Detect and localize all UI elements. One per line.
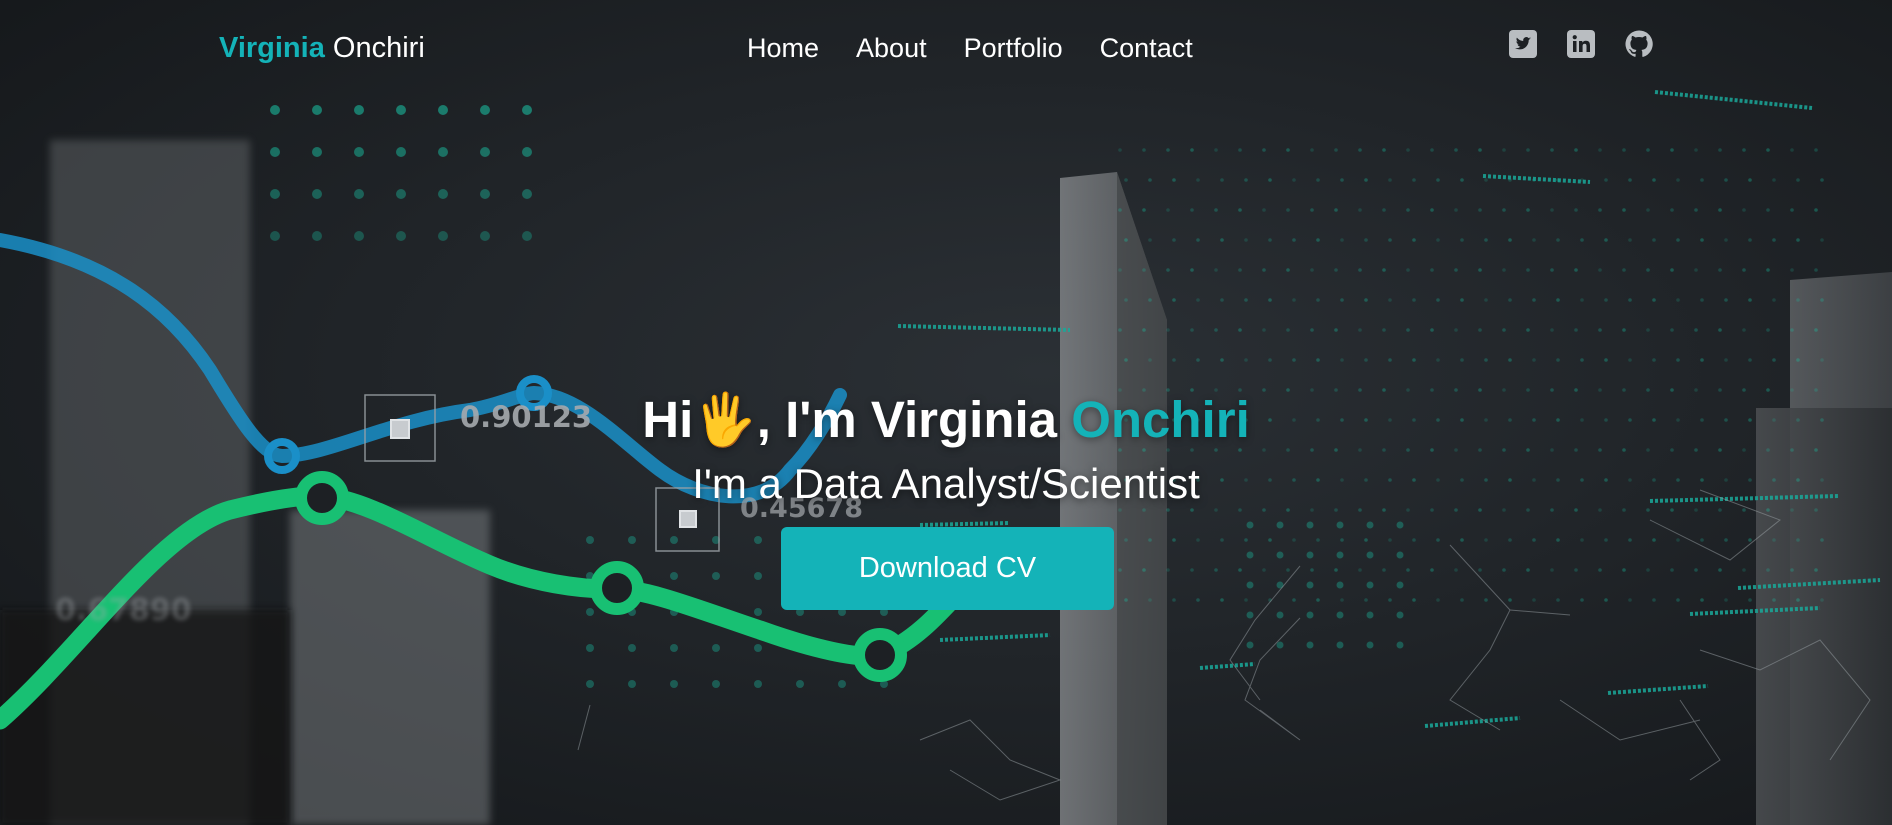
download-cv-button[interactable]: Download CV <box>781 527 1114 610</box>
github-icon[interactable] <box>1624 29 1654 59</box>
brand-last-name: Onchiri <box>332 32 425 64</box>
social-links <box>1508 29 1654 59</box>
brand-logo[interactable]: Virginia Onchiri <box>219 28 425 68</box>
hero-heading: Hi🖐, I'm Virginia Onchiri <box>0 388 1892 452</box>
main-menu: Home About Portfolio Contact <box>747 28 1193 68</box>
hero-greeting: Hi <box>642 391 694 448</box>
nav-portfolio-link[interactable]: Portfolio <box>964 28 1063 68</box>
nav-contact-link[interactable]: Contact <box>1100 28 1193 68</box>
hero-intro: , I'm Virginia <box>756 391 1072 448</box>
hero-name-accent: Onchiri <box>1071 391 1250 448</box>
wave-emoji: 🖐 <box>693 391 757 448</box>
bg-label-3: 0.67890 <box>55 593 192 628</box>
twitter-icon[interactable] <box>1508 29 1538 59</box>
nav-home-link[interactable]: Home <box>747 28 819 68</box>
top-navbar: Virginia Onchiri Home About Portfolio Co… <box>0 0 1892 95</box>
brand-first-name: Virginia <box>219 32 325 64</box>
hero-subtitle: I'm a Data Analyst/Scientist <box>692 460 1200 507</box>
nav-about-link[interactable]: About <box>856 28 927 68</box>
linkedin-icon[interactable] <box>1566 29 1596 59</box>
